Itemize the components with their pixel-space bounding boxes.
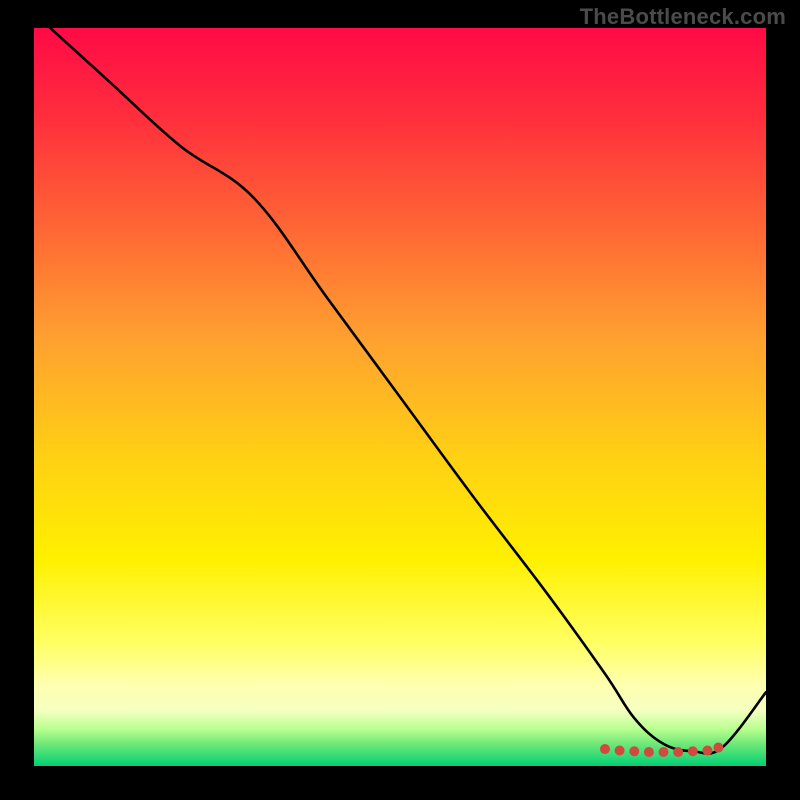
marker-dot	[659, 747, 669, 757]
chart-stage: TheBottleneck.com	[0, 0, 800, 800]
marker-dot	[673, 747, 683, 757]
marker-dot	[702, 746, 712, 756]
watermark-label: TheBottleneck.com	[580, 4, 786, 30]
marker-dot	[615, 746, 625, 756]
marker-dot	[644, 747, 654, 757]
marker-dot	[688, 746, 698, 756]
marker-dot	[713, 743, 723, 753]
marker-dot	[629, 746, 639, 756]
marker-dot	[600, 744, 610, 754]
chart-svg	[0, 0, 800, 800]
